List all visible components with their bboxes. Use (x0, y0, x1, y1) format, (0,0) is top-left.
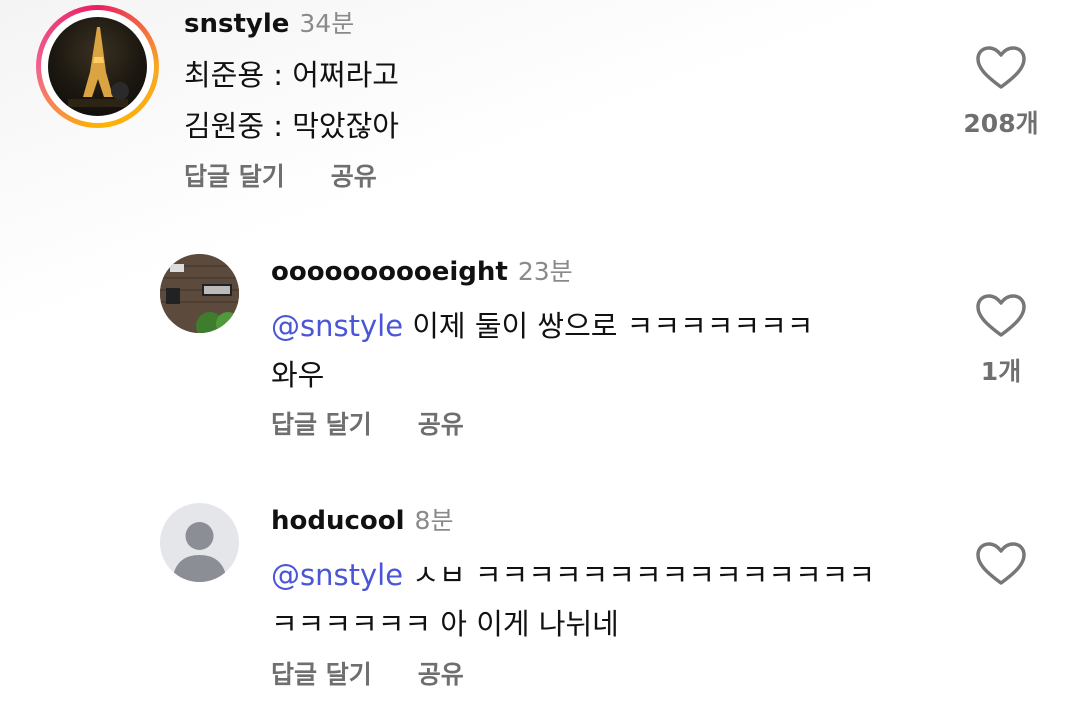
default-user-icon[interactable] (160, 503, 239, 582)
reply-button[interactable]: 답글 달기 (271, 405, 372, 441)
eiffel-tower-image (68, 27, 129, 107)
username[interactable]: snstyle (184, 9, 289, 39)
share-button[interactable]: 공유 (418, 655, 464, 691)
heart-icon[interactable] (976, 294, 1026, 338)
reply-button[interactable]: 답글 달기 (184, 157, 285, 193)
comment-text-line: ㅋㅋㅋㅋㅋㅋ 아 이게 나뉘네 (271, 607, 619, 641)
avatar[interactable] (48, 17, 147, 116)
story-ring[interactable] (36, 5, 159, 128)
brick-wall-image (160, 254, 239, 333)
reply-button[interactable]: 답글 달기 (271, 655, 372, 691)
avatar[interactable] (160, 254, 239, 333)
share-button[interactable]: 공유 (331, 157, 377, 193)
timestamp: 34분 (299, 9, 355, 38)
like-count: 1개 (980, 357, 1022, 386)
comment-text: 이제 둘이 쌍으로 ㅋㅋㅋㅋㅋㅋㅋ (403, 309, 814, 343)
mention-link[interactable]: @snstyle (271, 309, 403, 343)
comment-text: ㅅㅂ ㅋㅋㅋㅋㅋㅋㅋㅋㅋㅋㅋㅋㅋㅋㅋ (403, 558, 876, 592)
heart-icon[interactable] (976, 542, 1026, 586)
comment-text-line: 최준용 : 어쩌라고 (184, 58, 399, 92)
comment-text-line: 김원중 : 막았잖아 (184, 109, 399, 143)
username[interactable]: oooooooooeight (271, 257, 508, 287)
heart-icon[interactable] (976, 46, 1026, 90)
timestamp: 23분 (517, 257, 573, 286)
mention-link[interactable]: @snstyle (271, 558, 403, 592)
comment-text-line: 와우 (271, 358, 325, 392)
like-count: 208개 (963, 109, 1039, 138)
username[interactable]: hoducool (271, 506, 405, 536)
share-button[interactable]: 공유 (418, 405, 464, 441)
timestamp: 8분 (414, 506, 454, 535)
